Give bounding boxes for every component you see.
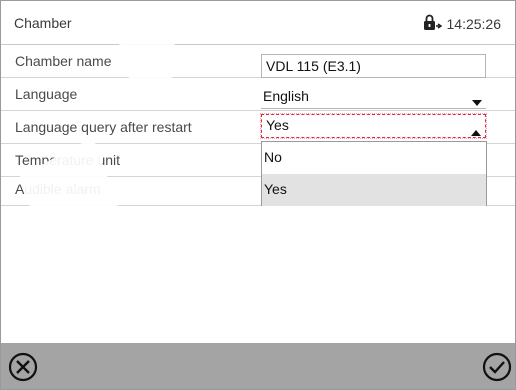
chamber-name-field[interactable]: VDL 115 (E3.1) xyxy=(261,54,486,78)
chevron-down-icon xyxy=(472,93,482,109)
close-circle-icon[interactable] xyxy=(7,351,39,383)
language-query-dropdown: No Yes xyxy=(261,141,487,206)
language-select[interactable]: English xyxy=(261,85,486,109)
language-select-value: English xyxy=(263,88,309,104)
chamber-settings-screen: Chamber 14:25:26 Chamber name Language L… xyxy=(0,0,516,390)
lock-icon xyxy=(423,14,442,33)
header-bar: Chamber 14:25:26 xyxy=(1,1,515,45)
language-query-select-value: Yes xyxy=(266,117,289,133)
page-title: Chamber xyxy=(14,15,72,31)
chevron-up-icon xyxy=(471,123,481,139)
temperature-unit-label: Temperature unit xyxy=(15,152,121,168)
status-area: 14:25:26 xyxy=(423,14,502,33)
language-label: Language xyxy=(15,86,78,102)
language-query-label: Language query after restart xyxy=(15,119,192,135)
audible-alarm-label: Audible alarm xyxy=(15,181,101,197)
check-circle-icon[interactable] xyxy=(481,351,513,383)
footer-bar xyxy=(1,343,515,389)
clock-time: 14:25:26 xyxy=(446,15,502,32)
dropdown-option-no[interactable]: No xyxy=(262,142,486,174)
dropdown-option-yes[interactable]: Yes xyxy=(262,174,486,206)
language-query-select[interactable]: Yes xyxy=(260,113,487,139)
chamber-name-label: Chamber name xyxy=(15,53,112,69)
